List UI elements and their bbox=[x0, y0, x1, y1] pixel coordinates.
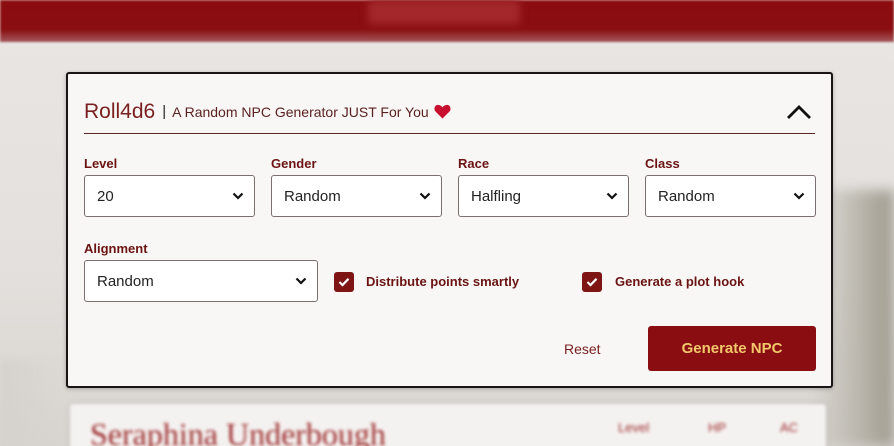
generate-npc-button[interactable]: Generate NPC bbox=[648, 326, 816, 371]
chevron-down-icon bbox=[606, 192, 618, 200]
background-shade bbox=[0, 360, 60, 446]
chevron-down-icon bbox=[793, 192, 805, 200]
alignment-select[interactable]: Random bbox=[84, 260, 318, 302]
class-label: Class bbox=[645, 156, 680, 171]
npc-ac-label: AC bbox=[780, 420, 799, 435]
race-select[interactable]: Halfling bbox=[458, 175, 629, 217]
class-value: Random bbox=[658, 187, 715, 205]
alignment-value: Random bbox=[97, 272, 154, 290]
title-separator: | bbox=[162, 103, 167, 120]
npc-result-card: Seraphina Underbough Level HP AC bbox=[70, 404, 826, 446]
chevron-down-icon bbox=[295, 277, 307, 285]
distribute-points-checkbox[interactable] bbox=[334, 272, 354, 292]
gender-select[interactable]: Random bbox=[271, 175, 442, 217]
panel-header: Roll4d6 | A Random NPC Generator JUST Fo… bbox=[84, 90, 815, 134]
gender-value: Random bbox=[284, 187, 341, 205]
npc-level-label: Level bbox=[618, 420, 650, 435]
app-subtitle: A Random NPC Generator JUST For You bbox=[172, 103, 429, 120]
npc-generator-panel: Roll4d6 | A Random NPC Generator JUST Fo… bbox=[66, 72, 833, 388]
npc-name: Seraphina Underbough bbox=[90, 416, 386, 446]
npc-hp-label: HP bbox=[708, 420, 727, 435]
level-label: Level bbox=[84, 156, 118, 171]
plot-hook-checkbox[interactable] bbox=[582, 272, 602, 292]
plot-hook-label: Generate a plot hook bbox=[615, 274, 745, 289]
checkmark-icon bbox=[586, 278, 598, 287]
distribute-points-label: Distribute points smartly bbox=[366, 274, 520, 289]
chevron-down-icon bbox=[419, 192, 431, 200]
chevron-down-icon bbox=[232, 192, 244, 200]
level-select[interactable]: 20 bbox=[84, 175, 255, 217]
checkmark-icon bbox=[338, 278, 350, 287]
alignment-label: Alignment bbox=[84, 241, 148, 256]
race-label: Race bbox=[458, 156, 490, 171]
collapse-button[interactable] bbox=[785, 100, 813, 124]
race-value: Halfling bbox=[471, 187, 522, 205]
app-title: Roll4d6 bbox=[84, 99, 156, 123]
level-value: 20 bbox=[97, 187, 114, 205]
heart-icon bbox=[434, 104, 451, 119]
gender-label: Gender bbox=[271, 156, 317, 171]
class-select[interactable]: Random bbox=[645, 175, 816, 217]
chevron-up-icon bbox=[787, 105, 811, 119]
reset-button[interactable]: Reset bbox=[564, 341, 601, 357]
site-logo[interactable] bbox=[368, 0, 520, 24]
